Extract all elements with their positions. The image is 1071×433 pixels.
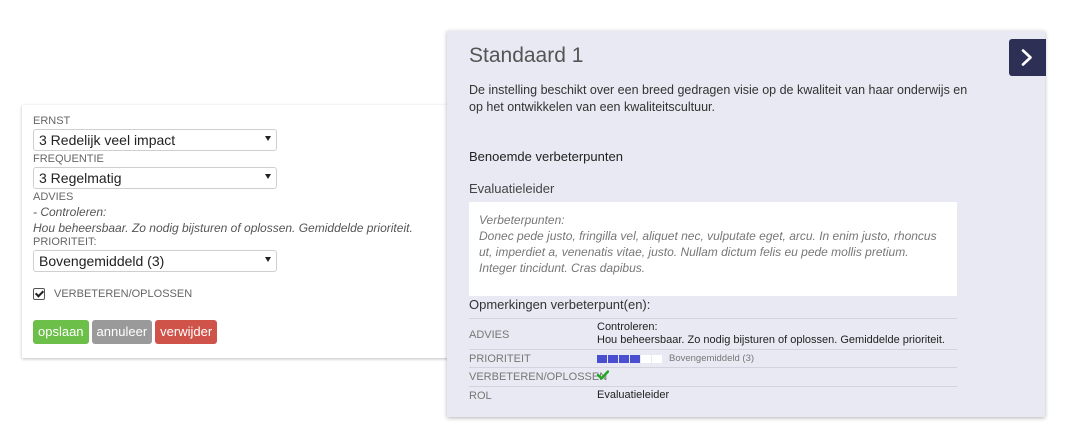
properties-table: ADVIES Controleren: Hou beheersbaar. Zo …: [469, 318, 957, 404]
next-button[interactable]: [1009, 39, 1046, 76]
panel-title: Standaard 1: [469, 44, 584, 67]
prop-row-verbeteren: VERBETEREN/OPLOSSEN: [469, 367, 957, 386]
remarks-title: Opmerkingen verbeterpunt(en):: [469, 297, 651, 312]
section-title: Benoemde verbeterpunten: [469, 149, 623, 164]
ernst-label: ERNST: [33, 115, 71, 127]
panel-description: De instelling beschikt over een breed ge…: [469, 83, 968, 114]
priority-segment: [597, 354, 607, 363]
priority-segment: [652, 354, 662, 363]
prop-value: Controleren: Hou beheersbaar. Zo nodig b…: [597, 319, 957, 349]
prop-advies-line-2: Hou beheersbaar. Zo nodig bijsturen of o…: [597, 334, 945, 346]
priority-segment: [630, 354, 640, 363]
frequentie-value: 3 Regelmatig: [39, 170, 122, 186]
prioriteit-value: Bovengemiddeld (3): [39, 253, 165, 269]
priority-text: Bovengemiddeld (3): [669, 353, 755, 364]
edit-form: ERNST 3 Redelijk veel impact FREQUENTIE …: [22, 105, 462, 358]
caret-down-icon: [265, 174, 271, 179]
verbeteren-checkbox[interactable]: [33, 288, 45, 300]
priority-bar: Bovengemiddeld (3): [597, 352, 957, 365]
prop-key: VERBETEREN/OPLOSSEN: [469, 371, 608, 383]
advies-label: ADVIES: [33, 191, 74, 203]
priority-segment: [641, 354, 651, 363]
prop-row-rol: ROL Evaluatieleider: [469, 386, 957, 404]
save-button[interactable]: opslaan: [33, 320, 89, 344]
note-body: Donec pede justo, fringilla vel, aliquet…: [479, 229, 937, 275]
priority-segment: [619, 354, 629, 363]
prop-row-prioriteit: PRIORITEIT Bovengemiddeld (3): [469, 349, 957, 367]
form-buttons: opslaan annuleer verwijder: [33, 320, 462, 344]
note-box: Verbeterpunten: Donec pede justo, fringi…: [469, 202, 957, 296]
delete-button[interactable]: verwijder: [155, 320, 218, 344]
prop-value: Bovengemiddeld (3): [597, 350, 957, 367]
prop-key: ROL: [469, 390, 492, 402]
prop-key: PRIORITEIT: [469, 353, 531, 365]
verbeteren-checkbox-row: VERBETEREN/OPLOSSEN: [33, 286, 462, 302]
verbeteren-checkbox-label: VERBETEREN/OPLOSSEN: [54, 288, 193, 300]
priority-segment: [608, 354, 618, 363]
check-icon: [596, 370, 610, 380]
caret-down-icon: [265, 257, 271, 262]
chevron-right-icon: [1021, 49, 1032, 66]
prop-value: [596, 368, 957, 386]
prioriteit-label: PRIORITEIT:: [33, 236, 97, 248]
standard-panel: Standaard 1 De instelling beschikt over …: [447, 31, 1046, 417]
prop-row-advies: ADVIES Controleren: Hou beheersbaar. Zo …: [469, 318, 957, 349]
ernst-select[interactable]: 3 Redelijk veel impact: [33, 129, 277, 151]
evaluator-label: Evaluatieleider: [469, 181, 555, 196]
frequentie-select[interactable]: 3 Regelmatig: [33, 167, 277, 189]
prop-advies-line-1: Controleren:: [597, 321, 658, 333]
ernst-value: 3 Redelijk veel impact: [39, 132, 176, 148]
caret-down-icon: [265, 136, 271, 141]
cancel-button[interactable]: annuleer: [91, 320, 153, 344]
frequentie-label: FREQUENTIE: [33, 153, 104, 165]
prop-key: ADVIES: [469, 329, 510, 341]
prop-value: Evaluatieleider: [597, 389, 670, 401]
note-heading: Verbeterpunten:: [479, 213, 565, 227]
advies-line-1: - Controleren:: [33, 205, 107, 219]
advies-line-2: Hou beheersbaar. Zo nodig bijsturen of o…: [33, 221, 413, 235]
prioriteit-select[interactable]: Bovengemiddeld (3): [33, 250, 277, 272]
